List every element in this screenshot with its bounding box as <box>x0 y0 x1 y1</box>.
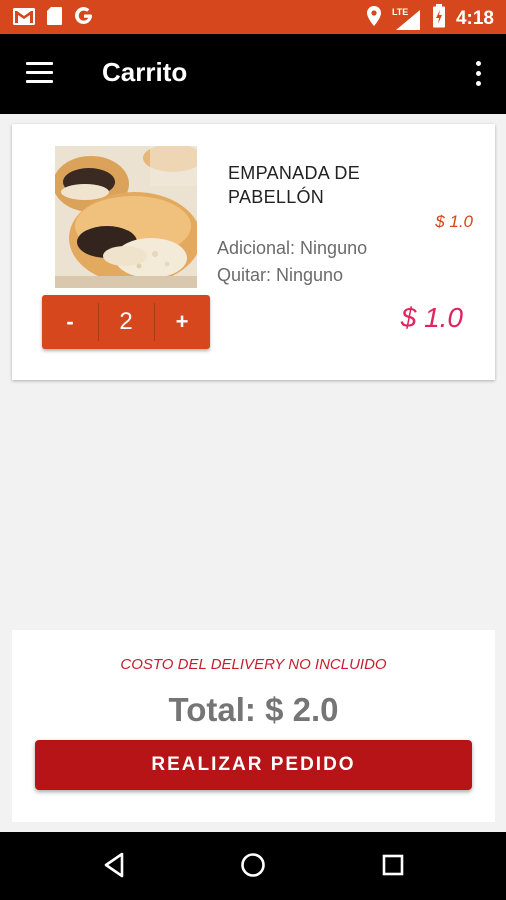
quantity-stepper: - 2 + <box>42 295 210 349</box>
gmail-icon <box>12 7 36 31</box>
place-order-button[interactable]: REALIZAR PEDIDO <box>35 740 472 790</box>
increase-quantity-button[interactable]: + <box>154 295 210 349</box>
system-nav-bar <box>0 832 506 900</box>
line-total-price: $ 1.0 <box>400 302 463 333</box>
decrease-quantity-button[interactable]: - <box>42 295 98 349</box>
network-type-label: LTE <box>391 6 409 17</box>
home-icon[interactable] <box>240 852 266 883</box>
location-icon <box>366 5 382 32</box>
delivery-note: COSTO DEL DELIVERY NO INCLUIDO <box>120 656 387 673</box>
cart-item-card: EMPANADA DE PABELLÓN $ 1.0 Adicional: Ni… <box>12 124 495 380</box>
additional-label: Adicional: Ninguno <box>217 238 368 258</box>
sd-card-icon <box>46 6 63 31</box>
status-bar: LTE 4:18 <box>0 0 506 34</box>
page-title: Carrito <box>102 57 188 87</box>
order-summary: COSTO DEL DELIVERY NO INCLUIDO Total: $ … <box>12 630 495 822</box>
hamburger-menu-icon[interactable] <box>26 62 54 84</box>
quantity-value: 2 <box>119 308 133 335</box>
cart-total: Total: $ 2.0 <box>168 691 339 728</box>
more-vertical-icon[interactable] <box>472 60 484 88</box>
signal-icon: LTE <box>392 7 422 31</box>
unit-price: $ 1.0 <box>435 212 473 231</box>
back-icon[interactable] <box>102 852 126 883</box>
product-image <box>55 146 197 288</box>
app-toolbar: Carrito <box>0 34 506 114</box>
google-icon <box>73 5 95 32</box>
remove-label: Quitar: Ninguno <box>217 265 344 285</box>
battery-icon <box>432 4 446 33</box>
clock: 4:18 <box>455 7 494 29</box>
recent-apps-icon[interactable] <box>382 854 404 881</box>
product-name: EMPANADA DE PABELLÓN <box>228 163 360 207</box>
